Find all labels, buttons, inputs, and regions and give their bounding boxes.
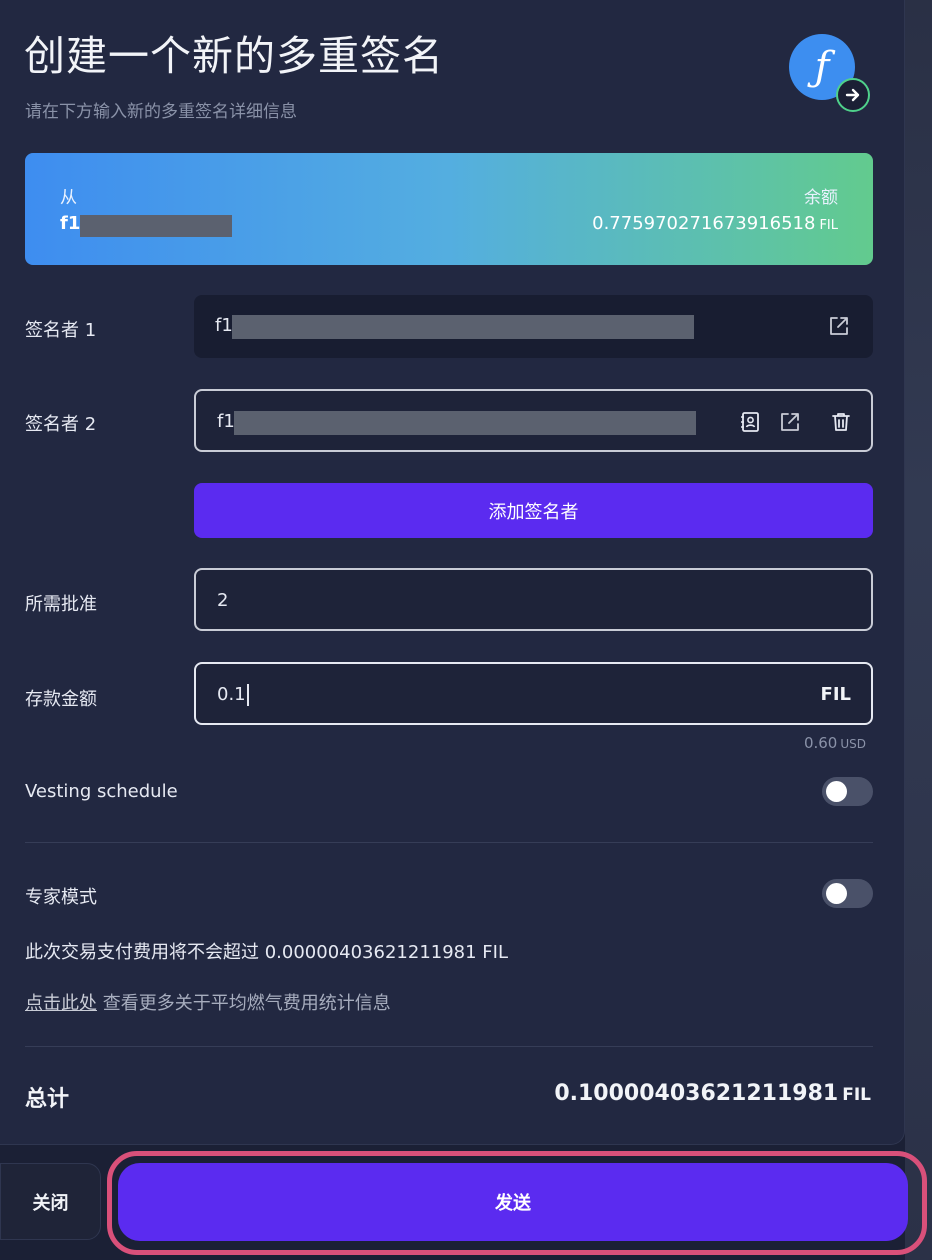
toggle-knob [826, 781, 847, 802]
deposit-value: 0.1 [217, 684, 249, 706]
from-label: 从 [60, 188, 77, 208]
send-button[interactable]: 发送 [118, 1163, 908, 1241]
balance-amount: 0.775970271673916518 [592, 213, 816, 234]
balance-unit: FIL [819, 218, 838, 233]
signer-2-value: f1 [217, 411, 235, 432]
divider [25, 1046, 873, 1047]
page-title: 创建一个新的多重签名 [24, 32, 444, 80]
close-button[interactable]: 关闭 [0, 1163, 101, 1240]
gas-stats-link[interactable]: 点击此处 [25, 993, 97, 1014]
add-signer-button[interactable]: 添加签名者 [194, 483, 873, 538]
signer-2-field[interactable]: f1 [194, 389, 873, 452]
external-link-icon[interactable] [826, 313, 852, 339]
deposit-label: 存款金额 [25, 689, 97, 710]
signer-1-value: f1 [215, 315, 233, 336]
text-caret [246, 684, 249, 706]
background-panel [905, 0, 932, 1260]
signer-1-field: f1 [194, 295, 873, 358]
balance-value: 0.775970271673916518 FIL [592, 213, 838, 234]
balance-label: 余额 [804, 188, 838, 208]
redacted-address [232, 315, 694, 339]
divider [25, 842, 873, 843]
expert-mode-label: 专家模式 [25, 887, 97, 908]
external-link-icon[interactable] [777, 409, 803, 435]
arrow-right-circle-icon [836, 78, 870, 112]
vesting-schedule-toggle[interactable] [822, 777, 873, 806]
approvals-input[interactable]: 2 [194, 568, 873, 631]
deposit-unit: FIL [820, 684, 851, 705]
fee-note: 此次交易支付费用将不会超过 0.00000403621211981 FIL [25, 942, 508, 963]
redacted-address [80, 215, 232, 237]
from-account-card: 从 f1 余额 0.775970271673916518 FIL [25, 153, 873, 265]
total-value: 0.10000403621211981 FIL [554, 1081, 871, 1106]
deposit-amount-input[interactable]: 0.1 FIL [194, 662, 873, 725]
toggle-knob [826, 883, 847, 904]
redacted-address [234, 411, 696, 435]
approvals-label: 所需批准 [25, 594, 97, 615]
usd-conversion: 0.60 USD [803, 734, 866, 752]
address-book-icon[interactable] [737, 409, 763, 435]
create-multisig-dialog: 创建一个新的多重签名 请在下方输入新的多重签名详细信息 ƒ 从 f1 余额 0.… [0, 0, 905, 1145]
total-label: 总计 [25, 1087, 70, 1112]
page-subtitle: 请在下方输入新的多重签名详细信息 [25, 102, 297, 122]
signer-2-label: 签名者 2 [25, 414, 97, 435]
approvals-value: 2 [217, 590, 229, 611]
gas-info-text: 查看更多关于平均燃气费用统计信息 [97, 993, 391, 1014]
gas-info-line: 点击此处 查看更多关于平均燃气费用统计信息 [25, 989, 391, 1015]
vesting-schedule-label: Vesting schedule [25, 781, 178, 802]
signer-1-label: 签名者 1 [25, 320, 97, 341]
expert-mode-toggle[interactable] [822, 879, 873, 908]
from-address: f1 [60, 213, 81, 234]
trash-icon[interactable] [828, 409, 854, 435]
